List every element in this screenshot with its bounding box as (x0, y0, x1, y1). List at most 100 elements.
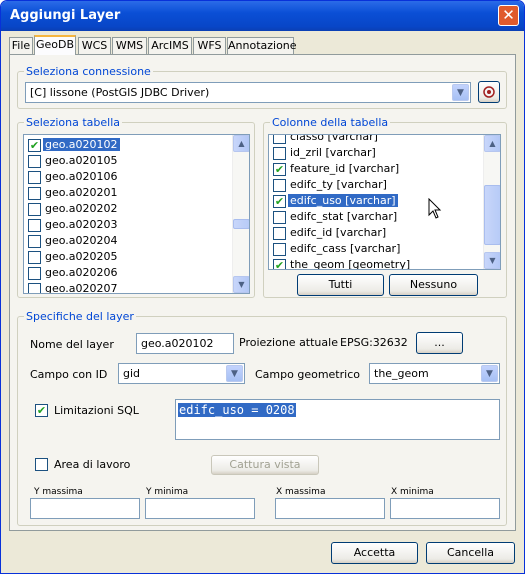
ymax-field[interactable] (30, 498, 140, 519)
connection-settings-button[interactable] (478, 81, 500, 103)
list-item[interactable]: ✔ edifc_uso [varchar] (270, 193, 500, 209)
list-item-label: edifc_cass [varchar] (290, 242, 401, 255)
geom-field-value: the_geom (374, 367, 429, 380)
table-list-scrollbar[interactable]: ▲ ▼ (232, 135, 249, 293)
list-item[interactable]: geo.a020206 (25, 265, 249, 281)
list-item-checkbox[interactable] (28, 219, 41, 232)
change-projection-button[interactable]: ... (416, 332, 463, 354)
xmin-field[interactable] (390, 498, 500, 519)
list-item-label: geo.a020205 (45, 250, 118, 263)
connection-legend: Seleziona connessione (24, 65, 153, 78)
geom-field-label: Campo geometrico (255, 368, 360, 381)
list-item-checkbox[interactable] (273, 211, 286, 224)
list-item-checkbox[interactable] (273, 135, 286, 144)
ymin-field[interactable] (145, 498, 255, 519)
list-item-checkbox[interactable] (28, 187, 41, 200)
list-item[interactable]: edifc_stat [varchar] (270, 209, 500, 225)
tab-file[interactable]: File (9, 37, 33, 54)
projection-value: EPSG:32632 (340, 336, 408, 349)
list-item[interactable]: ✔ geo.a020102 (25, 137, 249, 153)
list-item[interactable]: ✔ feature_id [varchar] (270, 161, 500, 177)
chevron-down-icon[interactable]: ▼ (452, 84, 469, 101)
list-item-label: edifc_stat [varchar] (290, 210, 398, 223)
tab-annotazione[interactable]: Annotazione (227, 37, 297, 54)
scroll-down-icon[interactable]: ▼ (484, 252, 500, 269)
connection-value: [C] lissone (PostGIS JDBC Driver) (30, 86, 210, 99)
columns-list-scrollbar[interactable]: ▲ ▼ (483, 135, 500, 269)
sql-input[interactable]: edifc_uso = 0208 (175, 399, 500, 440)
list-item-checkbox[interactable] (273, 147, 286, 160)
scroll-up-icon[interactable]: ▲ (484, 135, 500, 152)
table-legend: Seleziona tabella (24, 116, 122, 129)
scroll-up-icon[interactable]: ▲ (233, 135, 249, 152)
connection-select[interactable]: [C] lissone (PostGIS JDBC Driver) ▼ (25, 82, 471, 103)
layer-spec-legend: Specifiche del layer (24, 310, 136, 323)
select-no-columns-button[interactable]: Nessuno (389, 274, 478, 296)
layer-name-field[interactable]: geo.a020102 (136, 333, 234, 354)
geom-field-select[interactable]: the_geom ▼ (369, 363, 500, 384)
add-layer-dialog: Aggiungi Layer ✕ File GeoDB WCS WMS ArcI… (0, 0, 525, 574)
list-item[interactable]: geo.a020202 (25, 201, 249, 217)
list-item-label: geo.a020201 (45, 186, 118, 199)
select-all-columns-button[interactable]: Tutti (297, 274, 384, 296)
cancel-button[interactable]: Cancella (426, 542, 515, 564)
list-item-checkbox[interactable] (28, 171, 41, 184)
list-item-checkbox[interactable] (28, 267, 41, 280)
list-item[interactable]: classo [varchar] (270, 134, 500, 145)
close-button[interactable]: ✕ (498, 5, 519, 26)
list-item-label: geo.a020105 (45, 154, 118, 167)
list-item-checkbox[interactable] (28, 235, 41, 248)
columns-list: classo [varchar] id_zril [varchar] ✔ featur… (268, 134, 501, 270)
xmax-field[interactable] (275, 498, 385, 519)
list-item[interactable]: edifc_cass [varchar] (270, 241, 500, 257)
list-item-label: classo [varchar] (290, 134, 378, 143)
ymin-label: Y minima (146, 487, 189, 497)
scroll-thumb[interactable] (233, 219, 249, 229)
list-item-checkbox[interactable] (28, 251, 41, 264)
table-list: ✔ geo.a020102 geo.a020105 geo.a020106 geo.a0… (23, 134, 250, 294)
list-item-label: id_zril [varchar] (290, 146, 376, 159)
list-item-label: the_geom [geometry] (290, 258, 411, 270)
list-item-checkbox[interactable] (28, 203, 41, 216)
tab-wfs[interactable]: WFS (193, 37, 226, 54)
list-item[interactable]: geo.a020201 (25, 185, 249, 201)
sql-limit-checkbox[interactable]: ✔ (35, 404, 48, 417)
list-item-label: geo.a020207 (45, 282, 118, 294)
list-item[interactable]: edifc_ty [varchar] (270, 177, 500, 193)
tab-geodb[interactable]: GeoDB (34, 35, 76, 55)
list-item[interactable]: edifc_id [varchar] (270, 225, 500, 241)
tab-wcs[interactable]: WCS (78, 37, 111, 54)
list-item-checkbox[interactable] (28, 283, 41, 293)
work-area-label: Area di lavoro (54, 458, 131, 471)
chevron-down-icon[interactable]: ▼ (481, 365, 498, 382)
list-item[interactable]: id_zril [varchar] (270, 145, 500, 161)
list-item-checkbox[interactable] (273, 243, 286, 256)
list-item-checkbox[interactable]: ✔ (28, 139, 41, 152)
list-item[interactable]: geo.a020204 (25, 233, 249, 249)
list-item-checkbox[interactable]: ✔ (273, 259, 286, 269)
list-item-label: geo.a020102 (43, 138, 120, 151)
list-item-checkbox[interactable] (28, 155, 41, 168)
tab-wms[interactable]: WMS (112, 37, 147, 54)
list-item-checkbox[interactable]: ✔ (273, 195, 286, 208)
list-item[interactable]: geo.a020205 (25, 249, 249, 265)
title-bar[interactable]: Aggiungi Layer ✕ (1, 1, 524, 31)
chevron-down-icon[interactable]: ▼ (226, 365, 243, 382)
list-item-checkbox[interactable]: ✔ (273, 163, 286, 176)
list-item[interactable]: geo.a020106 (25, 169, 249, 185)
list-item[interactable]: geo.a020203 (25, 217, 249, 233)
list-item-label: feature_id [varchar] (290, 162, 400, 175)
scroll-thumb[interactable] (484, 185, 500, 245)
xmin-label: X minima (391, 487, 434, 497)
list-item-checkbox[interactable] (273, 227, 286, 240)
work-area-checkbox[interactable] (35, 458, 48, 471)
list-item[interactable]: ✔ the_geom [geometry] (270, 257, 500, 270)
scroll-down-icon[interactable]: ▼ (233, 276, 249, 293)
list-item[interactable]: geo.a020207 (25, 281, 249, 294)
capture-view-button[interactable]: Cattura vista (211, 455, 319, 475)
id-field-select[interactable]: gid ▼ (118, 363, 245, 384)
accept-button[interactable]: Accetta (331, 542, 418, 564)
list-item-checkbox[interactable] (273, 179, 286, 192)
tab-arcims[interactable]: ArcIMS (148, 37, 192, 54)
list-item[interactable]: geo.a020105 (25, 153, 249, 169)
